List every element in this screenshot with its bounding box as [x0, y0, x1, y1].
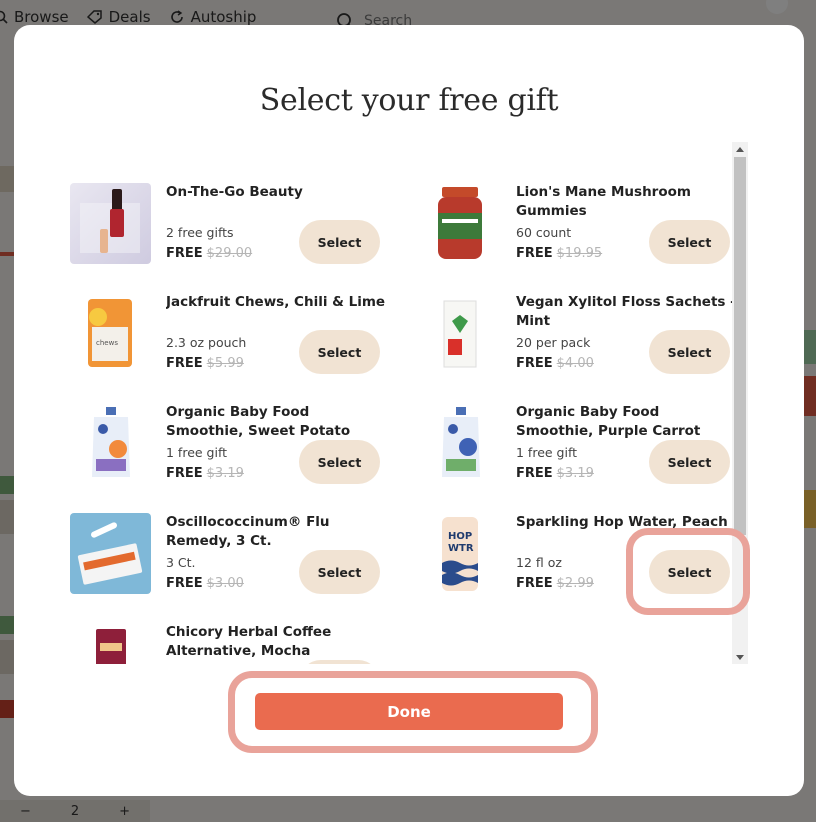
gift-list[interactable]: On-The-Go Beauty 2 free gifts FREE $29.00… [70, 142, 732, 664]
product-name: Sparkling Hop Water, Peach [516, 514, 728, 530]
list-scrollbar[interactable] [732, 142, 748, 664]
product-name: Oscillococcinum® Flu Remedy, 3 Ct. [166, 514, 330, 549]
gift-item-baby-smoothie-sweet-potato: Organic Baby Food Smoothie, Sweet Potato… [70, 403, 390, 493]
select-button[interactable]: Select [649, 330, 730, 374]
product-name: On-The-Go Beauty [166, 184, 303, 200]
original-price: $3.19 [206, 466, 244, 481]
gift-item-baby-smoothie-purple-carrot: Organic Baby Food Smoothie, Purple Carro… [420, 403, 732, 493]
scroll-up-arrow-icon[interactable] [732, 142, 748, 156]
free-gift-modal: Select your free gift On-The-Go Beauty 2… [14, 25, 804, 796]
select-button[interactable]: Select [299, 330, 380, 374]
product-subtitle: 2.3 oz pouch [166, 335, 247, 350]
modal-title: Select your free gift [259, 83, 559, 118]
product-price: FREE $4.00 [516, 356, 594, 371]
product-subtitle: 12 fl oz [516, 555, 562, 570]
product-price: FREE $5.99 [166, 356, 244, 371]
original-price: $2.99 [556, 576, 594, 591]
scrollbar-thumb[interactable] [734, 157, 746, 535]
free-label: FREE [516, 246, 553, 261]
product-image [420, 403, 501, 484]
product-subtitle: 20 per pack [516, 335, 591, 350]
product-image [420, 293, 501, 374]
product-subtitle: 1 free gift [166, 445, 228, 460]
product-image [420, 183, 501, 264]
select-button[interactable]: Select [649, 550, 730, 594]
product-subtitle: 60 count [516, 225, 572, 240]
free-label: FREE [166, 356, 203, 371]
product-price: FREE $2.99 [516, 576, 594, 591]
product-name: Organic Baby Food Smoothie, Purple Carro… [516, 404, 701, 439]
select-button[interactable]: Select [299, 550, 380, 594]
product-image [70, 183, 151, 264]
svg-text:WTR: WTR [448, 543, 474, 554]
product-price: FREE $3.19 [516, 466, 594, 481]
original-price: $3.19 [556, 466, 594, 481]
original-price: $19.95 [556, 246, 603, 261]
gift-item-lions-mane-gummies: Lion's Mane Mushroom Gummies 60 count FR… [420, 183, 732, 273]
product-name: Lion's Mane Mushroom Gummies [516, 184, 691, 219]
product-image: HOP WTR [420, 513, 501, 594]
product-image [70, 403, 151, 484]
product-subtitle: 1 free gift [516, 445, 578, 460]
product-image [70, 513, 151, 594]
product-price: FREE $3.19 [166, 466, 244, 481]
product-name: Organic Baby Food Smoothie, Sweet Potato… [166, 404, 351, 439]
product-name: Chicory Herbal Coffee Alternative, Mocha [166, 624, 332, 659]
product-name: Vegan Xylitol Floss Sachets - Mint [516, 294, 732, 329]
product-subtitle: 2 free gifts [166, 225, 234, 240]
select-button[interactable]: Select [299, 220, 380, 264]
original-price: $29.00 [206, 246, 253, 261]
select-button[interactable]: Select [649, 440, 730, 484]
svg-text:HOP: HOP [448, 531, 472, 542]
gift-item-oscillococcinum: Oscillococcinum® Flu Remedy, 3 Ct. 3 Ct.… [70, 513, 390, 603]
product-price: FREE $3.00 [166, 576, 244, 591]
original-price: $5.99 [206, 356, 244, 371]
free-label: FREE [516, 576, 553, 591]
free-label: FREE [166, 246, 203, 261]
done-button[interactable]: Done [255, 693, 563, 730]
product-image [70, 623, 151, 664]
svg-text:chews: chews [96, 339, 118, 347]
free-label: FREE [166, 466, 203, 481]
product-subtitle: 3 Ct. [166, 555, 196, 570]
gift-item-chicory-coffee: Chicory Herbal Coffee Alternative, Mocha… [70, 623, 390, 664]
gift-item-xylitol-floss: Vegan Xylitol Floss Sachets - Mint 20 pe… [420, 293, 732, 383]
free-label: FREE [516, 466, 553, 481]
product-price: FREE $29.00 [166, 246, 252, 261]
scroll-down-arrow-icon[interactable] [732, 650, 748, 664]
original-price: $3.00 [206, 576, 244, 591]
product-name: Jackfruit Chews, Chili & Lime [166, 294, 386, 310]
select-button[interactable]: Select [299, 440, 380, 484]
original-price: $4.00 [556, 356, 594, 371]
product-price: FREE $19.95 [516, 246, 602, 261]
gift-item-jackfruit-chews: chews Jackfruit Chews, Chili & Lime 2.3 … [70, 293, 390, 383]
product-image: chews [70, 293, 151, 374]
select-button[interactable]: Select [649, 220, 730, 264]
gift-item-on-the-go-beauty: On-The-Go Beauty 2 free gifts FREE $29.00… [70, 183, 390, 273]
gift-item-sparkling-hop-water: HOP WTR Sparkling Hop Water, Peach 12 fl … [420, 513, 732, 603]
free-label: FREE [516, 356, 553, 371]
free-label: FREE [166, 576, 203, 591]
